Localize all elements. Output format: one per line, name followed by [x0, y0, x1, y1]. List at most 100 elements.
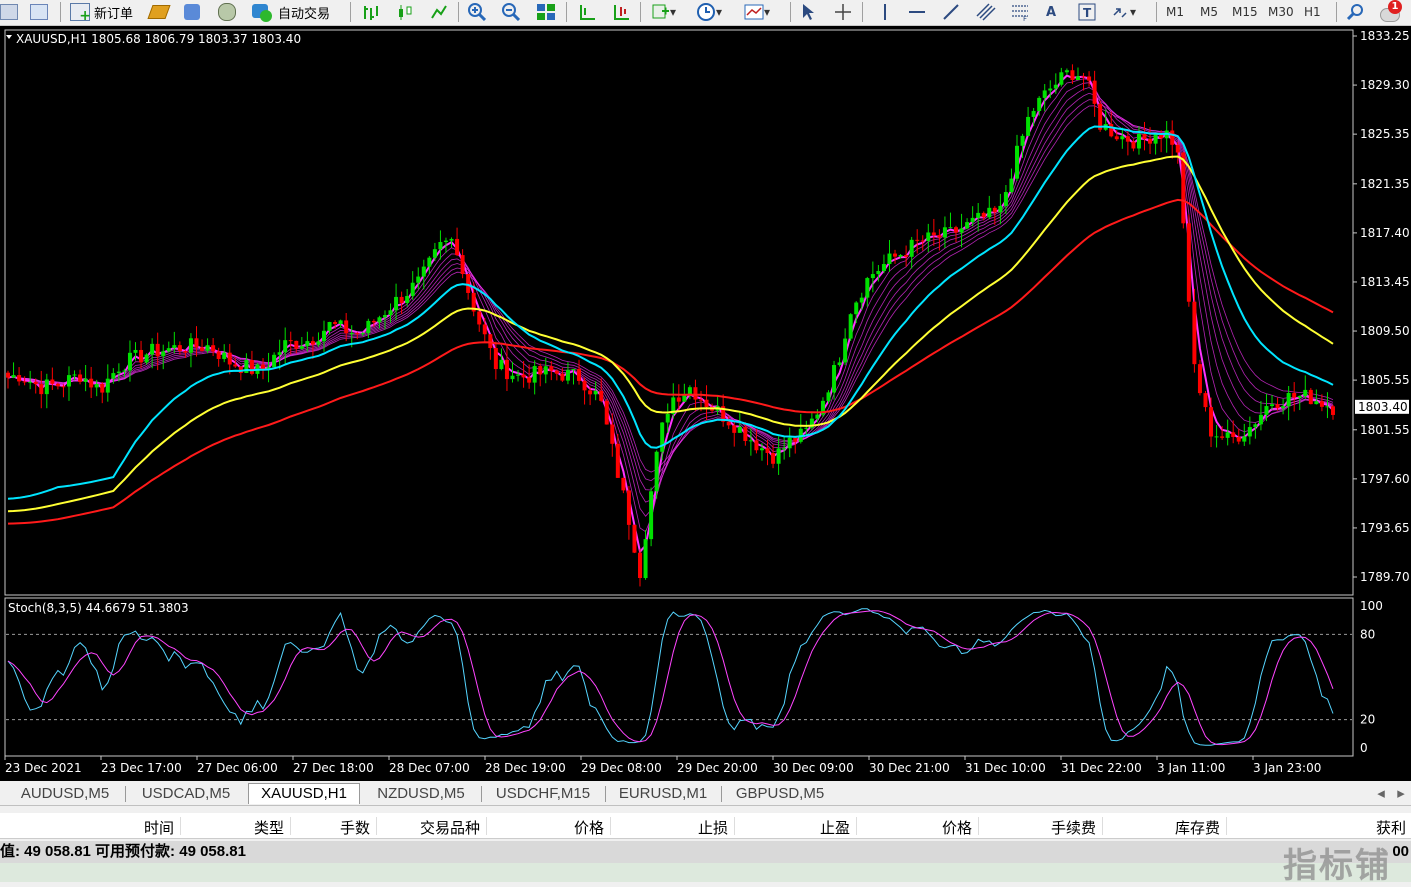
candle-body	[33, 381, 38, 385]
candle-body	[1214, 436, 1219, 438]
tab-xauusd-h1[interactable]: XAUUSD,H1	[248, 783, 360, 804]
new-order-button[interactable]: + 新订单	[70, 2, 133, 23]
stochastic-level-label: 0	[1360, 741, 1368, 755]
candle-body	[449, 238, 454, 241]
candle-body	[227, 352, 232, 365]
tab-eurusd-m1[interactable]: EURUSD,M1	[608, 784, 718, 804]
column-sl[interactable]: 止损	[698, 817, 728, 838]
candle-body	[1026, 116, 1031, 136]
crosshair-icon[interactable]	[834, 2, 852, 22]
timeframe-m30-button[interactable]: M30	[1268, 2, 1294, 22]
tile-windows-icon[interactable]	[536, 2, 556, 22]
timeframe-m15-button[interactable]: M15	[1232, 2, 1258, 22]
candle-body	[1209, 407, 1214, 437]
profiles-icon[interactable]	[30, 2, 48, 22]
vertical-line-icon[interactable]	[876, 2, 894, 22]
column-price-current[interactable]: 价格	[942, 817, 972, 838]
candle-body	[504, 359, 509, 380]
price-label: 1829.30	[1360, 78, 1410, 92]
column-separator	[180, 817, 181, 835]
zoom-out-icon[interactable]	[502, 2, 520, 22]
column-symbol[interactable]: 交易品种	[420, 817, 480, 838]
line-chart-icon[interactable]	[430, 2, 448, 22]
candle-body	[155, 343, 160, 357]
arrows-icon[interactable]: ▾	[1112, 2, 1136, 22]
timeframe-m1-button[interactable]: M1	[1166, 2, 1184, 22]
candle-body	[1264, 406, 1269, 415]
text-tool-icon[interactable]: A	[1046, 2, 1056, 22]
column-price[interactable]: 价格	[574, 817, 604, 838]
candle-body	[992, 207, 997, 213]
tab-separator	[125, 786, 126, 802]
indicators-icon[interactable]: ▾	[652, 2, 676, 22]
horizontal-line-icon[interactable]	[908, 2, 926, 22]
candle-body	[416, 276, 421, 283]
text-label-icon[interactable]: T	[1078, 2, 1096, 22]
candle-body	[782, 448, 787, 450]
candle-body	[987, 207, 992, 218]
symbol-tabs: AUDUSD,M5 USDCAD,M5 XAUUSD,H1 NZDUSD,M5 USDC…	[0, 782, 1411, 806]
candle-body	[78, 374, 83, 382]
candle-body	[632, 524, 637, 553]
price-label: 1813.45	[1360, 275, 1410, 289]
candle-body	[516, 374, 521, 376]
cursor-icon[interactable]	[800, 2, 816, 22]
column-time[interactable]: 时间	[144, 817, 174, 838]
chart-window[interactable]: 1833.25 1829.30 1825.35 1821.35 1817.40 1813.…	[0, 26, 1411, 781]
candle-body	[1003, 192, 1008, 206]
data-window-icon[interactable]	[184, 2, 200, 22]
candle-body	[593, 390, 598, 395]
chart-shift-icon[interactable]	[578, 2, 596, 22]
candle-body	[355, 333, 360, 335]
candle-body	[1120, 136, 1125, 140]
equidistant-channel-icon[interactable]	[976, 2, 996, 22]
tabs-scroll-right-icon[interactable]: ▸	[1394, 784, 1408, 804]
bar-chart-icon[interactable]	[362, 2, 380, 22]
trendline-icon[interactable]	[942, 2, 960, 22]
candle-body	[1075, 76, 1080, 81]
column-separator	[290, 817, 291, 835]
price-chart[interactable]: 1833.25 1829.30 1825.35 1821.35 1817.40 1813.…	[0, 26, 1411, 781]
candle-body	[150, 343, 155, 355]
column-volume[interactable]: 手数	[340, 817, 370, 838]
period-icon[interactable]: ▾	[696, 2, 722, 22]
notifications-icon[interactable]: 1	[1380, 0, 1404, 22]
candle-body	[299, 346, 304, 349]
tab-gbpusd-m5[interactable]: GBPUSD,M5	[724, 784, 836, 804]
column-type[interactable]: 类型	[254, 817, 284, 838]
templates-icon[interactable]: ▾	[744, 2, 770, 22]
column-swap[interactable]: 库存费	[1175, 817, 1220, 838]
column-commission[interactable]: 手续费	[1051, 817, 1096, 838]
market-watch-icon[interactable]	[147, 2, 171, 22]
candlestick-icon[interactable]	[396, 2, 414, 22]
zoom-in-icon[interactable]	[468, 2, 486, 22]
candle-body	[521, 374, 526, 378]
candle-body	[765, 448, 770, 454]
candle-body	[17, 375, 22, 382]
search-icon[interactable]	[1346, 2, 1364, 22]
column-tp[interactable]: 止盈	[820, 817, 850, 838]
auto-trading-button[interactable]: 自动交易	[252, 2, 330, 22]
time-label: 29 Dec 20:00	[677, 761, 758, 775]
tab-usdcad-m5[interactable]: USDCAD,M5	[130, 784, 242, 804]
price-label: 1825.35	[1360, 127, 1410, 141]
chart-window-icon[interactable]	[0, 2, 18, 22]
tab-nzdusd-m5[interactable]: NZDUSD,M5	[364, 784, 478, 804]
timeframe-m5-button[interactable]: M5	[1200, 2, 1218, 22]
tab-usdchf-m15[interactable]: USDCHF,M15	[484, 784, 602, 804]
tabs-scroll-left-icon[interactable]: ◂	[1374, 784, 1388, 804]
timeframe-h1-button[interactable]: H1	[1304, 2, 1321, 22]
price-label: 1801.55	[1360, 423, 1410, 437]
candle-body	[1175, 144, 1180, 153]
column-profit[interactable]: 获利	[1376, 817, 1406, 838]
auto-scroll-icon[interactable]	[612, 2, 630, 22]
time-label: 23 Dec 17:00	[101, 761, 182, 775]
candle-body	[6, 372, 10, 378]
navigator-icon[interactable]	[218, 2, 236, 22]
fibonacci-icon[interactable]: F	[1010, 2, 1030, 22]
candle-body	[571, 369, 576, 371]
candle-body	[976, 212, 981, 218]
candle-body	[139, 349, 144, 363]
tab-audusd-m5[interactable]: AUDUSD,M5	[8, 784, 122, 804]
candle-body	[294, 340, 299, 349]
